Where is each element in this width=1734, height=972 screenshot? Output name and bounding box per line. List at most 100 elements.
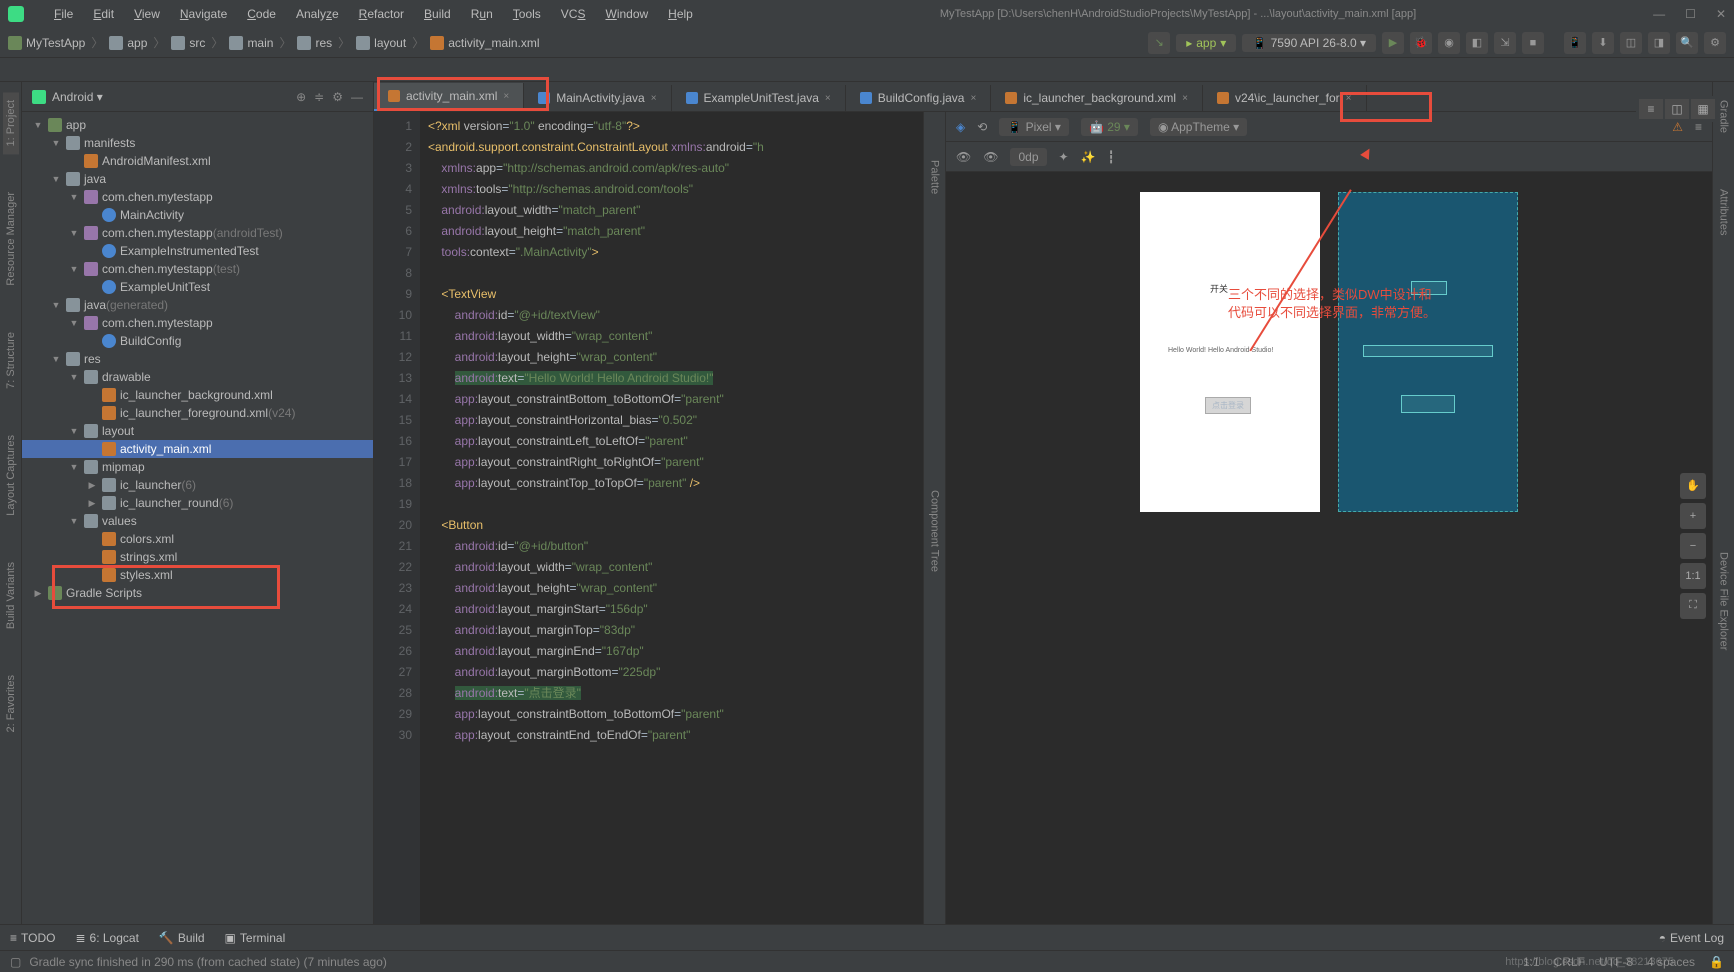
- pan-icon[interactable]: ✋: [1680, 473, 1706, 499]
- menu-refactor[interactable]: Refactor: [349, 5, 414, 23]
- menu-run[interactable]: Run: [461, 5, 503, 23]
- zoom-fit-icon[interactable]: 1:1: [1680, 563, 1706, 589]
- bottom-tab-build[interactable]: 🔨 Build: [159, 931, 205, 945]
- infer-icon[interactable]: ✦: [1059, 150, 1069, 164]
- tree-node[interactable]: colors.xml: [22, 530, 373, 548]
- bottom-tab-logcat[interactable]: ≣ 6: Logcat: [75, 931, 138, 945]
- theme-picker[interactable]: ◉ AppTheme ▾: [1150, 118, 1247, 136]
- design-view-icon[interactable]: ▦: [1691, 99, 1715, 119]
- coverage-icon[interactable]: ◧: [1466, 32, 1488, 54]
- design-preview[interactable]: 开关 Hello World! Hello Android Studio! 点击…: [1140, 192, 1320, 512]
- tree-node[interactable]: ic_launcher_background.xml: [22, 386, 373, 404]
- stop-icon[interactable]: ■: [1522, 32, 1544, 54]
- side-tab-resource-manager[interactable]: Resource Manager: [3, 184, 19, 294]
- project-tree[interactable]: ▼app▼manifestsAndroidManifest.xml▼java ▼c…: [22, 112, 373, 924]
- search-icon[interactable]: 🔍: [1676, 32, 1698, 54]
- menu-tools[interactable]: Tools: [503, 5, 551, 23]
- zoom-reset-icon[interactable]: ⛶: [1680, 593, 1706, 619]
- side-tab-attributes[interactable]: Attributes: [1716, 181, 1732, 243]
- structure-icon[interactable]: ◫: [1620, 32, 1642, 54]
- sync-icon[interactable]: ↘: [1148, 32, 1170, 54]
- settings-icon[interactable]: ⚙: [1704, 32, 1726, 54]
- avd-icon[interactable]: 📱: [1564, 32, 1586, 54]
- menu-view[interactable]: View: [124, 5, 170, 23]
- tree-node[interactable]: ▼res: [22, 350, 373, 368]
- breadcrumb-item[interactable]: MyTestApp: [8, 36, 85, 50]
- breadcrumb-item[interactable]: layout: [356, 36, 406, 50]
- side-tab-project[interactable]: 1: Project: [3, 92, 19, 154]
- tree-node[interactable]: ExampleInstrumentedTest: [22, 242, 373, 260]
- side-tab-favorites[interactable]: 2: Favorites: [3, 667, 19, 740]
- tree-node[interactable]: BuildConfig: [22, 332, 373, 350]
- breadcrumb-item[interactable]: src: [171, 36, 205, 50]
- side-tab-build-variants[interactable]: Build Variants: [3, 554, 19, 637]
- menu-vcs[interactable]: VCS: [551, 5, 596, 23]
- tree-node[interactable]: ▼manifests: [22, 134, 373, 152]
- zoom-out-icon[interactable]: −: [1680, 533, 1706, 559]
- code-view-icon[interactable]: ≡: [1639, 99, 1663, 119]
- status-square-icon[interactable]: ▢: [10, 955, 21, 969]
- menu-build[interactable]: Build: [414, 5, 461, 23]
- tree-node[interactable]: ▼java: [22, 170, 373, 188]
- zoom-in-icon[interactable]: +: [1680, 503, 1706, 529]
- tree-node[interactable]: ▼app: [22, 116, 373, 134]
- profile-icon[interactable]: ◉: [1438, 32, 1460, 54]
- tree-node[interactable]: ▼mipmap: [22, 458, 373, 476]
- blueprint-toggle-icon[interactable]: 👁: [983, 150, 998, 164]
- menu-window[interactable]: Window: [595, 5, 658, 23]
- tree-node[interactable]: activity_main.xml: [22, 440, 373, 458]
- tree-node[interactable]: strings.xml: [22, 548, 373, 566]
- side-tab-device-file-explorer[interactable]: Device File Explorer: [1716, 544, 1732, 658]
- menu-file[interactable]: File: [44, 5, 83, 23]
- orientation-icon[interactable]: ⟲: [977, 120, 987, 134]
- device-picker[interactable]: 📱 Pixel ▾: [999, 118, 1069, 136]
- breadcrumb-item[interactable]: main: [229, 36, 273, 50]
- margin-default[interactable]: 0dp: [1010, 148, 1046, 166]
- menu-help[interactable]: Help: [658, 5, 703, 23]
- preview-textview[interactable]: Hello World! Hello Android Studio!: [1168, 347, 1273, 354]
- device-selector[interactable]: 📱 7590 API 26-8.0 ▾: [1242, 34, 1376, 52]
- split-view-icon[interactable]: ◫: [1665, 99, 1689, 119]
- breadcrumb-item[interactable]: app: [109, 36, 147, 50]
- guideline-icon[interactable]: ┇: [1108, 150, 1115, 164]
- tree-node[interactable]: ▼com.chen.mytestapp (androidTest): [22, 224, 373, 242]
- tree-node[interactable]: ▼java (generated): [22, 296, 373, 314]
- editor-tab[interactable]: BuildConfig.java×: [846, 85, 992, 111]
- project-view-selector[interactable]: Android ▾: [52, 90, 296, 104]
- tree-node[interactable]: ▼drawable: [22, 368, 373, 386]
- tree-node[interactable]: AndroidManifest.xml: [22, 152, 373, 170]
- maximize-icon[interactable]: ☐: [1685, 7, 1696, 21]
- gear-icon[interactable]: ⚙: [332, 90, 343, 104]
- bottom-tab-terminal[interactable]: ▣ Terminal: [225, 931, 286, 945]
- tree-node[interactable]: ▼layout: [22, 422, 373, 440]
- design-canvas[interactable]: 开关 Hello World! Hello Android Studio! 点击…: [946, 172, 1712, 924]
- run-icon[interactable]: ▶: [1382, 32, 1404, 54]
- locate-icon[interactable]: ⊕: [296, 90, 306, 104]
- side-tab-structure[interactable]: 7: Structure: [3, 324, 19, 397]
- run-config-selector[interactable]: ▸ app ▾: [1176, 34, 1236, 52]
- tree-node[interactable]: ▼com.chen.mytestapp (test): [22, 260, 373, 278]
- collapse-icon[interactable]: ≑: [314, 90, 324, 104]
- editor-tab[interactable]: ic_launcher_background.xml×: [991, 85, 1203, 111]
- view-toggle-icon[interactable]: 👁: [956, 150, 971, 164]
- attach-icon[interactable]: ⇲: [1494, 32, 1516, 54]
- side-tab-component-tree[interactable]: Component Tree: [927, 482, 943, 580]
- preview-button[interactable]: 点击登录: [1205, 397, 1251, 414]
- close-icon[interactable]: ✕: [1716, 7, 1726, 21]
- menu-analyze[interactable]: Analyze: [286, 5, 349, 23]
- surface-icon[interactable]: ◈: [956, 120, 965, 134]
- menu-navigate[interactable]: Navigate: [170, 5, 237, 23]
- status-lock-icon[interactable]: 🔒: [1709, 955, 1724, 969]
- sdk-icon[interactable]: ⬇: [1592, 32, 1614, 54]
- wand-icon[interactable]: ✨: [1081, 150, 1096, 164]
- code-editor-pane[interactable]: 1234567891011121314151617181920212223242…: [374, 112, 924, 924]
- tree-node[interactable]: ic_launcher_foreground.xml (v24): [22, 404, 373, 422]
- event-log[interactable]: ◓ Event Log: [1659, 931, 1724, 945]
- blueprint-preview[interactable]: [1338, 192, 1518, 512]
- side-tab-palette[interactable]: Palette: [927, 152, 943, 202]
- tree-node[interactable]: ▶ic_launcher_round (6): [22, 494, 373, 512]
- debug-icon[interactable]: 🐞: [1410, 32, 1432, 54]
- menu-code[interactable]: Code: [237, 5, 286, 23]
- tree-node[interactable]: ▼values: [22, 512, 373, 530]
- tree-node[interactable]: MainActivity: [22, 206, 373, 224]
